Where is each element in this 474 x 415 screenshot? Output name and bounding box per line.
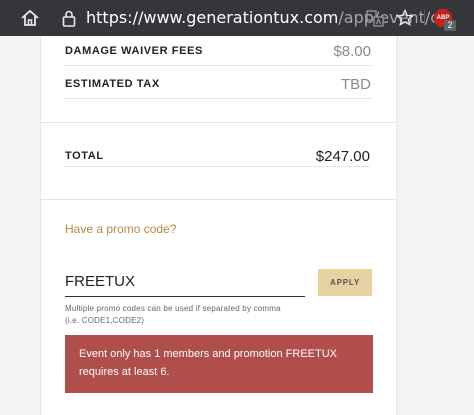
promo-hint: Multiple promo codes can be used if sepa…	[65, 303, 335, 327]
order-summary-card: DAMAGE WAIVER FEES $8.00 ESTIMATED TAX T…	[40, 36, 397, 415]
translate-icon[interactable]	[366, 10, 384, 27]
toolbar-divider	[424, 10, 425, 26]
total-divider	[65, 166, 370, 167]
url-domain: https://www.generationtux.com	[86, 8, 339, 27]
promo-hint-line: Multiple promo codes can be used if sepa…	[65, 304, 281, 313]
section-divider	[41, 122, 396, 123]
damage-waiver-label: DAMAGE WAIVER FEES	[65, 45, 203, 57]
damage-waiver-row: DAMAGE WAIVER FEES $8.00	[65, 40, 371, 66]
lock-icon[interactable]	[62, 10, 76, 27]
apply-button[interactable]: APPLY	[318, 269, 372, 296]
promo-code-link[interactable]: Have a promo code?	[65, 222, 176, 236]
promo-error-message: Event only has 1 members and promotion F…	[65, 335, 373, 393]
total-label: TOTAL	[65, 150, 104, 162]
browser-toolbar: https://www.generationtux.com/app/event/…	[0, 0, 474, 36]
row-divider	[65, 65, 371, 66]
row-divider	[65, 98, 371, 99]
promo-hint-line: (i.e. CODE1,CODE2)	[65, 316, 145, 325]
estimated-tax-label: ESTIMATED TAX	[65, 78, 160, 90]
total-value: $247.00	[315, 148, 370, 165]
home-icon[interactable]	[20, 9, 40, 27]
extension-badge: 2	[444, 20, 456, 31]
section-divider	[41, 199, 396, 200]
bookmark-star-icon[interactable]	[396, 9, 414, 27]
promo-code-input[interactable]	[65, 267, 305, 297]
error-line: requires at least 6.	[79, 366, 170, 378]
damage-waiver-value: $8.00	[333, 43, 371, 60]
estimated-tax-row: ESTIMATED TAX TBD	[65, 73, 371, 99]
estimated-tax-value: TBD	[341, 76, 371, 93]
error-line: Event only has 1 members and promotion F…	[79, 348, 338, 360]
